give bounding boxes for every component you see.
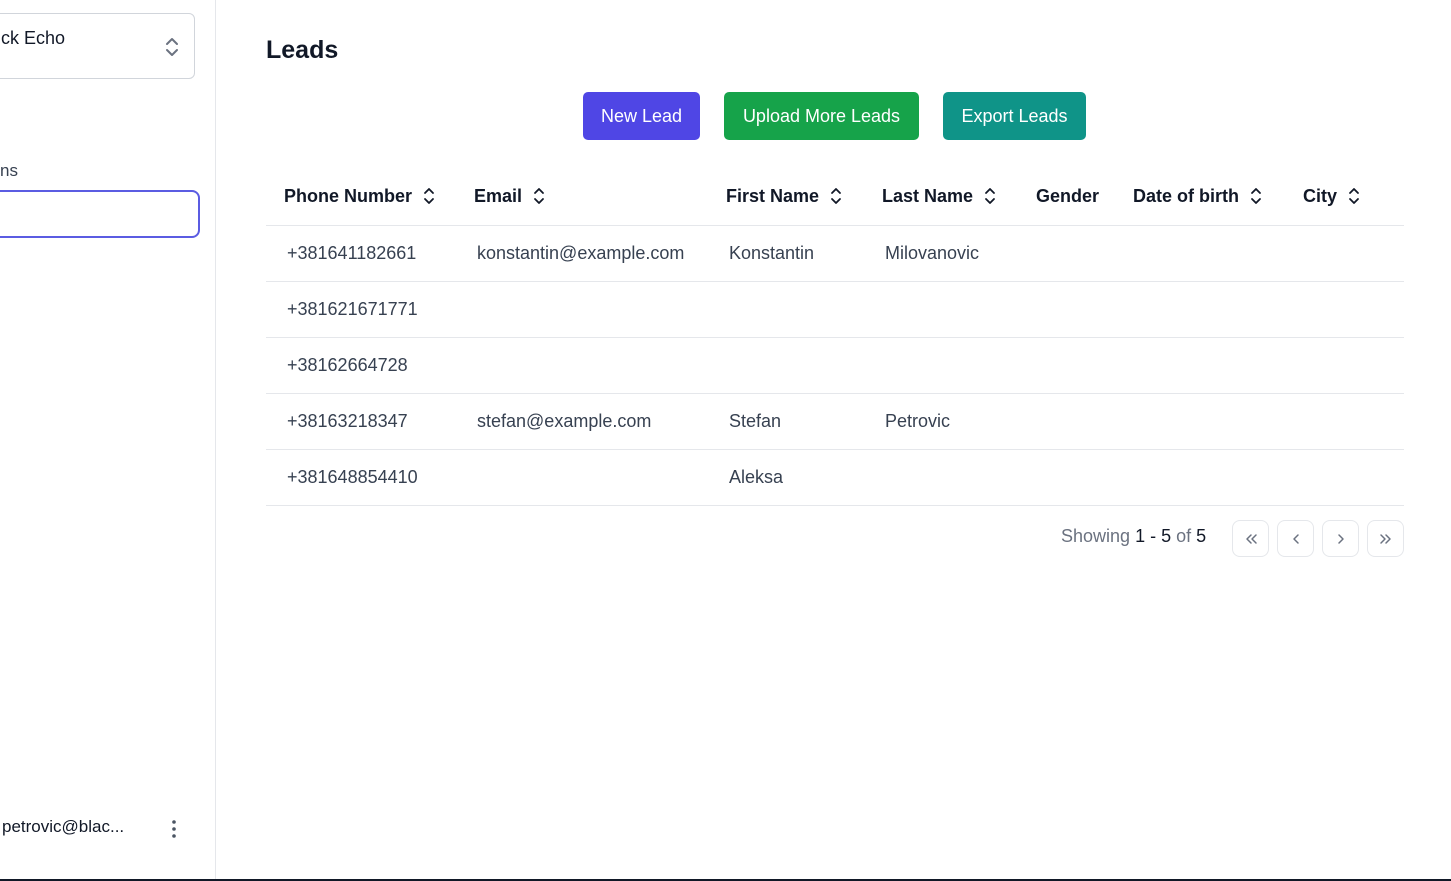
chevrons-left-icon xyxy=(1245,533,1257,544)
table-row[interactable]: +381621671771 xyxy=(266,281,1404,338)
pagination-of: of xyxy=(1176,526,1192,546)
sort-icon[interactable] xyxy=(1249,186,1263,206)
sort-icon[interactable] xyxy=(422,186,436,206)
cell-gender xyxy=(1018,225,1115,282)
cell-date-of-birth xyxy=(1115,225,1285,282)
app: ck Echo ns petrovic@blac... Leads New Le… xyxy=(0,0,1451,881)
table-row[interactable]: +38162664728 xyxy=(266,337,1404,394)
cell-email: konstantin@example.com xyxy=(456,225,708,282)
column-header-label: Email xyxy=(474,185,523,206)
pagination-total: 5 xyxy=(1196,526,1207,546)
table-row[interactable]: +381641182661 konstantin@example.com Konst… xyxy=(266,225,1404,282)
cell-first-name: Aleksa xyxy=(708,449,864,506)
new-lead-button[interactable]: New Lead xyxy=(583,92,700,140)
prev-page-button[interactable] xyxy=(1277,520,1314,557)
cell-email xyxy=(456,337,708,394)
next-page-button[interactable] xyxy=(1322,520,1359,557)
column-header-date-of-birth[interactable]: Date of birth xyxy=(1115,168,1285,226)
cell-city xyxy=(1285,281,1404,338)
cell-gender xyxy=(1018,393,1115,450)
cell-phone-number: +38163218347 xyxy=(266,393,456,450)
chevrons-up-down-icon xyxy=(166,38,178,56)
page-title: Leads xyxy=(266,36,339,64)
org-switcher[interactable]: ck Echo xyxy=(0,13,195,79)
sort-icon[interactable] xyxy=(1347,186,1361,206)
table-row[interactable]: +38163218347 stefan@example.com Stefan Petr… xyxy=(266,393,1404,450)
first-page-button[interactable] xyxy=(1232,520,1269,557)
column-header-content: Last Name xyxy=(882,186,997,207)
column-header-content: Gender xyxy=(1036,186,1099,207)
cell-date-of-birth xyxy=(1115,281,1285,338)
user-email: petrovic@blac... xyxy=(2,817,125,836)
sidebar: ck Echo ns petrovic@blac... xyxy=(0,0,216,881)
cell-phone-number: +381621671771 xyxy=(266,281,456,338)
cell-last-name: Milovanovic xyxy=(864,225,1018,282)
column-header-content: City xyxy=(1303,186,1361,207)
sort-icon[interactable] xyxy=(983,186,997,206)
cell-first-name: Konstantin xyxy=(708,225,864,282)
chevron-right-icon xyxy=(1337,533,1344,544)
pagination-summary: Showing 1 - 5 of 5 xyxy=(1061,526,1206,547)
last-page-button[interactable] xyxy=(1367,520,1404,557)
nav-section-label: ns xyxy=(0,161,18,180)
cell-city xyxy=(1285,449,1404,506)
cell-phone-number: +381648854410 xyxy=(266,449,456,506)
cell-last-name xyxy=(864,337,1018,394)
upload-more-leads-button[interactable]: Upload More Leads xyxy=(724,92,919,140)
column-header-city[interactable]: City xyxy=(1285,168,1404,226)
export-leads-button[interactable]: Export Leads xyxy=(943,92,1086,140)
table-header-row: Phone Number Email First Name Last Name Gend… xyxy=(266,168,1404,226)
cell-city xyxy=(1285,337,1404,394)
column-header-label: Gender xyxy=(1036,185,1100,206)
column-header-content: Phone Number xyxy=(284,186,436,207)
column-header-content: First Name xyxy=(726,186,843,207)
column-header-first-name[interactable]: First Name xyxy=(708,168,864,226)
leads-table: Phone Number Email First Name Last Name Gend… xyxy=(266,168,1404,506)
cell-last-name: Petrovic xyxy=(864,393,1018,450)
more-vertical-icon[interactable] xyxy=(166,817,182,841)
cell-email: stefan@example.com xyxy=(456,393,708,450)
sort-icon[interactable] xyxy=(532,186,546,206)
cell-first-name xyxy=(708,337,864,394)
cell-first-name xyxy=(708,281,864,338)
pagination-range: 1 - 5 xyxy=(1135,526,1172,546)
column-header-label: Date of birth xyxy=(1133,185,1239,206)
column-header-label: City xyxy=(1303,185,1338,206)
cell-date-of-birth xyxy=(1115,449,1285,506)
chevrons-right-icon xyxy=(1379,533,1391,544)
cell-phone-number: +38162664728 xyxy=(266,337,456,394)
sidebar-item-active[interactable] xyxy=(0,190,200,238)
column-header-content: Email xyxy=(474,186,546,207)
leads-table-container: Phone Number Email First Name Last Name Gend… xyxy=(266,168,1404,506)
cell-gender xyxy=(1018,281,1115,338)
cell-gender xyxy=(1018,449,1115,506)
cell-email xyxy=(456,281,708,338)
org-name: ck Echo xyxy=(1,28,66,48)
column-header-phone-number[interactable]: Phone Number xyxy=(266,168,456,226)
cell-email xyxy=(456,449,708,506)
column-header-label: Phone Number xyxy=(284,185,413,206)
column-header-label: Last Name xyxy=(882,185,974,206)
cell-phone-number: +381641182661 xyxy=(266,225,456,282)
table-row[interactable]: +381648854410 Aleksa xyxy=(266,449,1404,506)
cell-last-name xyxy=(864,449,1018,506)
column-header-email[interactable]: Email xyxy=(456,168,708,226)
pagination-prefix: Showing xyxy=(1061,526,1131,546)
column-header-gender: Gender xyxy=(1018,168,1115,226)
column-header-content: Date of birth xyxy=(1133,186,1263,207)
column-header-last-name[interactable]: Last Name xyxy=(864,168,1018,226)
sort-icon[interactable] xyxy=(829,186,843,206)
cell-last-name xyxy=(864,281,1018,338)
cell-date-of-birth xyxy=(1115,393,1285,450)
table-body: +381641182661 konstantin@example.com Konst… xyxy=(266,225,1404,506)
cell-city xyxy=(1285,225,1404,282)
chevron-left-icon xyxy=(1292,533,1299,544)
cell-date-of-birth xyxy=(1115,337,1285,394)
cell-first-name: Stefan xyxy=(708,393,864,450)
cell-gender xyxy=(1018,337,1115,394)
cell-city xyxy=(1285,393,1404,450)
column-header-label: First Name xyxy=(726,185,820,206)
